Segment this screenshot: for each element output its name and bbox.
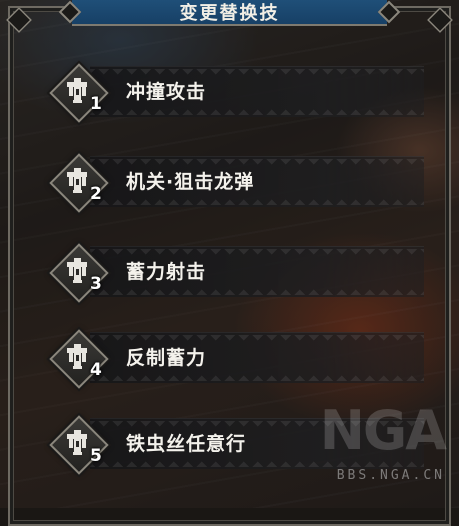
option-label: 蓄力射击 (126, 261, 207, 283)
bowgun-icon (67, 258, 87, 283)
switch-skill-option-3[interactable]: 3 蓄力射击 (46, 240, 426, 303)
band-pattern-bottom (90, 287, 424, 295)
band-pattern-top (90, 249, 424, 257)
watermark-url: BBS.NGA.CN (336, 468, 445, 483)
band-pattern-bottom (90, 373, 424, 381)
band-pattern-bottom (90, 197, 424, 205)
option-number: 4 (90, 360, 102, 380)
switch-skill-option-4[interactable]: 4 反制蓄力 (46, 326, 426, 389)
bowgun-icon (67, 344, 87, 369)
bowgun-icon (67, 78, 87, 103)
switch-skill-option-2[interactable]: 2 机关·狙击龙弹 (46, 150, 426, 213)
title-bar: 变更替换技 (72, 0, 387, 26)
switch-skill-option-1[interactable]: 1 冲撞攻击 (46, 60, 426, 123)
bowgun-icon (67, 430, 87, 455)
option-label: 冲撞攻击 (126, 81, 207, 103)
option-number: 3 (90, 274, 102, 294)
bowgun-icon (67, 168, 87, 193)
option-number: 1 (90, 94, 102, 114)
band-pattern-top (90, 335, 424, 343)
band-pattern-top (90, 159, 424, 167)
skill-icon-diamond: 4 (49, 329, 109, 389)
option-number: 5 (90, 446, 102, 466)
option-label: 反制蓄力 (126, 347, 207, 369)
menu-title: 变更替换技 (179, 3, 280, 24)
skill-icon-diamond: 2 (49, 153, 109, 213)
band-pattern-top (90, 69, 424, 77)
watermark: NGA BBS.NGA.CN (319, 399, 447, 484)
frame-corner-ornament-right (427, 7, 453, 33)
skill-icon-diamond: 5 (49, 415, 109, 475)
frame-corner-ornament-left (6, 7, 32, 33)
option-number: 2 (90, 184, 102, 204)
skill-icon-diamond: 1 (49, 63, 109, 123)
watermark-logo: NGA (319, 399, 447, 462)
skill-icon-diamond: 3 (49, 243, 109, 303)
option-label: 铁虫丝任意行 (126, 433, 247, 455)
option-label: 机关·狙击龙弹 (126, 171, 255, 193)
band-pattern-bottom (90, 107, 424, 115)
